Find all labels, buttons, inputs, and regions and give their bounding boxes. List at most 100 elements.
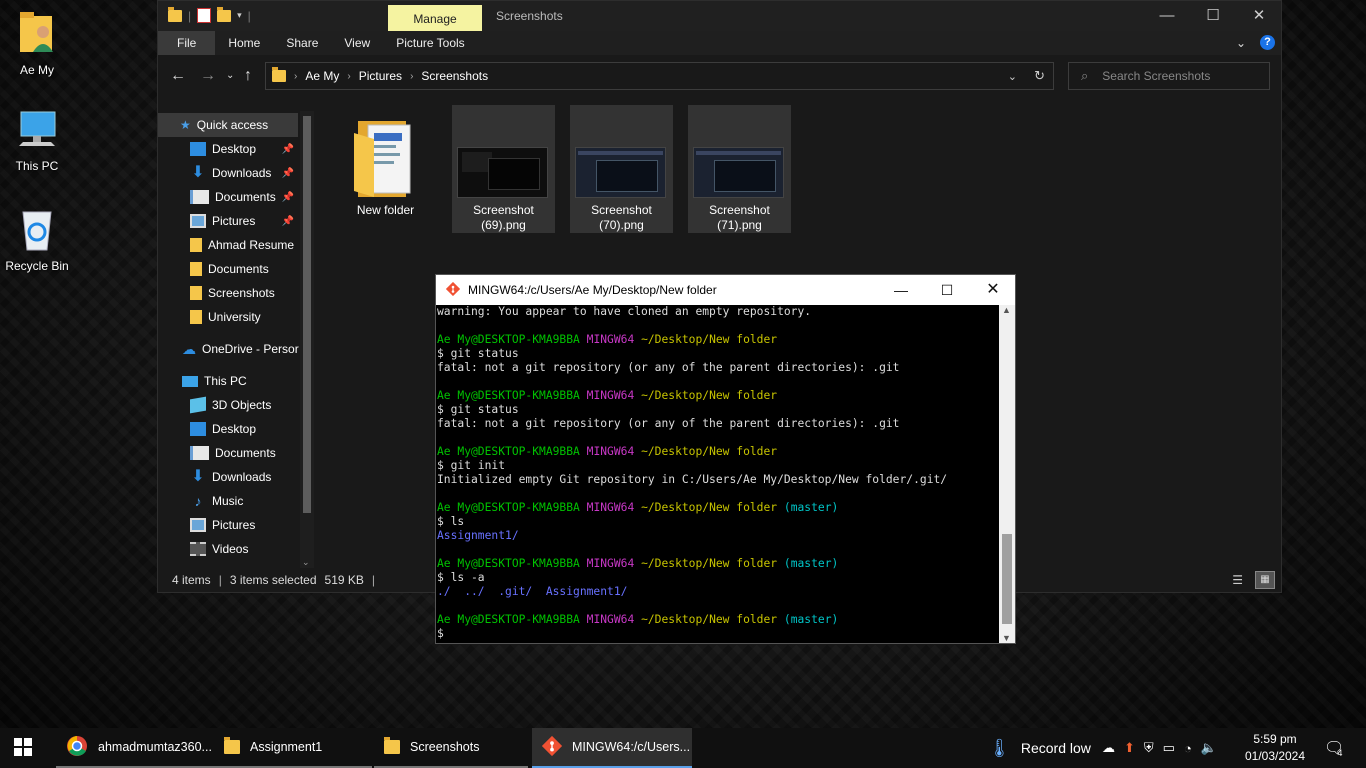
nav-item-documents[interactable]: Documents 📌 bbox=[158, 185, 298, 209]
nav-item-desktop[interactable]: Desktop 📌 bbox=[158, 137, 298, 161]
image-thumbnail bbox=[693, 147, 784, 198]
pin-icon: 📌 bbox=[281, 191, 294, 203]
file-tile-screenshot-69[interactable]: Screenshot (69).png bbox=[452, 105, 555, 233]
open-folder-icon bbox=[352, 113, 418, 202]
breadcrumb-screenshots[interactable]: Screenshots bbox=[421, 69, 488, 83]
maximize-button[interactable]: ☐ bbox=[924, 275, 970, 305]
tab-file[interactable]: File bbox=[158, 31, 216, 55]
scrollbar-thumb[interactable] bbox=[303, 116, 311, 513]
up-arrow-icon[interactable]: ↑ bbox=[244, 67, 252, 85]
search-input[interactable]: ⌕ Search Screenshots bbox=[1068, 62, 1270, 90]
nav-onedrive[interactable]: ☁ OneDrive - Persor bbox=[158, 337, 299, 361]
maximize-button[interactable]: ☐ bbox=[1190, 1, 1236, 31]
folder-icon[interactable] bbox=[168, 6, 182, 22]
scrollbar-thumb[interactable] bbox=[1002, 534, 1012, 624]
action-center-button[interactable]: 🗨 4 bbox=[1324, 728, 1344, 768]
onedrive-icon[interactable]: ☁ bbox=[1102, 740, 1115, 756]
tab-manage[interactable]: Manage bbox=[388, 5, 482, 31]
forward-arrow-icon[interactable]: → bbox=[200, 67, 216, 85]
breadcrumb-ae-my[interactable]: Ae My bbox=[305, 69, 339, 83]
large-icons-view-icon[interactable]: ▦ bbox=[1255, 571, 1275, 589]
expand-ribbon-icon[interactable]: ⌄ bbox=[1236, 36, 1246, 50]
minimize-button[interactable]: — bbox=[878, 275, 924, 305]
properties-icon[interactable] bbox=[197, 8, 212, 23]
terminal-line: ./ ../ .git/ Assignment1/ bbox=[437, 585, 628, 598]
window-title: Screenshots bbox=[496, 9, 563, 23]
customize-toolbar-icon[interactable]: ▾ bbox=[237, 10, 242, 21]
nav-item-university[interactable]: University bbox=[158, 305, 298, 329]
minimize-button[interactable]: — bbox=[1144, 1, 1190, 31]
nav-item-downloads[interactable]: ⬇ Downloads 📌 bbox=[158, 161, 298, 185]
nav-item-pictures-2[interactable]: Pictures bbox=[158, 513, 298, 537]
tab-view[interactable]: View bbox=[331, 31, 383, 55]
details-view-icon[interactable]: ☰ bbox=[1232, 573, 1243, 587]
desktop-icon-this-pc[interactable]: This PC bbox=[0, 108, 74, 173]
nav-item-videos[interactable]: Videos bbox=[158, 537, 298, 561]
desktop-icon-user-folder[interactable]: Ae My bbox=[0, 10, 74, 77]
close-button[interactable]: ✕ bbox=[970, 275, 1016, 305]
terminal-output[interactable]: warning: You appear to have cloned an em… bbox=[437, 305, 999, 643]
tab-picture-tools[interactable]: Picture Tools bbox=[383, 31, 477, 55]
nav-item-downloads-2[interactable]: ⬇ Downloads bbox=[158, 465, 298, 489]
nav-item-music[interactable]: ♪ Music bbox=[158, 489, 298, 513]
nav-item-documents-3[interactable]: Documents bbox=[158, 441, 298, 465]
help-icon[interactable]: ? bbox=[1260, 35, 1275, 50]
terminal-scrollbar[interactable]: ▲ ▼ bbox=[999, 305, 1015, 643]
file-tile-screenshot-70[interactable]: Screenshot (70).png bbox=[570, 105, 673, 233]
address-bar[interactable]: › Ae My › Pictures › Screenshots ⌄ ↻ bbox=[265, 62, 1054, 90]
nav-item-pictures[interactable]: Pictures 📌 bbox=[158, 209, 298, 233]
nav-item-3d-objects[interactable]: 3D Objects bbox=[158, 393, 298, 417]
upload-icon[interactable]: ⬆ bbox=[1124, 740, 1135, 756]
clock[interactable]: 5:59 pm 01/03/2024 bbox=[1240, 731, 1310, 765]
desktop-icon-recycle-bin[interactable]: Recycle Bin bbox=[0, 206, 74, 273]
start-button[interactable] bbox=[0, 728, 48, 768]
taskbar-item-screenshots[interactable]: Screenshots bbox=[374, 728, 528, 768]
terminal-line: $ ls -a bbox=[437, 571, 485, 584]
nav-quick-access[interactable]: ★ Quick access bbox=[158, 113, 298, 137]
back-arrow-icon[interactable]: ← bbox=[170, 67, 186, 85]
item-count: 4 items bbox=[172, 573, 211, 587]
nav-item-screenshots[interactable]: Screenshots bbox=[158, 281, 298, 305]
volume-icon[interactable]: 🔈 bbox=[1201, 740, 1217, 756]
thermometer-icon: 🌡 bbox=[988, 737, 1011, 758]
taskbar-item-mingw64[interactable]: MINGW64:/c/Users... bbox=[532, 728, 692, 768]
selection-size: 519 KB bbox=[324, 573, 364, 587]
shield-icon[interactable]: ⛨ bbox=[1144, 740, 1154, 756]
user-folder-icon bbox=[0, 10, 74, 59]
folder-icon bbox=[190, 238, 202, 252]
nav-pane-scrollbar[interactable]: ⌄ bbox=[300, 111, 314, 568]
new-folder-icon[interactable] bbox=[217, 6, 232, 22]
close-button[interactable]: ✕ bbox=[1236, 1, 1282, 31]
nav-this-pc[interactable]: This PC bbox=[158, 369, 298, 393]
terminal-line: $ git init bbox=[437, 459, 506, 472]
explorer-titlebar: | ▾ | Manage Screenshots — ☐ ✕ bbox=[158, 1, 1281, 31]
address-row: ← → ⌄ ↑ › Ae My › Pictures › Screenshots… bbox=[158, 55, 1281, 97]
git-bash-terminal-window[interactable]: MINGW64:/c/Users/Ae My/Desktop/New folde… bbox=[435, 274, 1016, 644]
address-history-icon[interactable]: ⌄ bbox=[1008, 70, 1017, 83]
nav-item-desktop-2[interactable]: Desktop bbox=[158, 417, 298, 441]
scroll-down-icon[interactable]: ⌄ bbox=[302, 557, 310, 568]
scroll-down-icon[interactable]: ▼ bbox=[1002, 633, 1011, 643]
git-icon bbox=[541, 735, 563, 759]
weather-widget[interactable]: 🌡 Record low bbox=[988, 728, 1091, 768]
file-tile-screenshot-71[interactable]: Screenshot (71).png bbox=[688, 105, 791, 233]
tab-share[interactable]: Share bbox=[273, 31, 331, 55]
file-tile-new-folder[interactable]: New folder bbox=[334, 105, 437, 233]
refresh-icon[interactable]: ↻ bbox=[1034, 68, 1045, 84]
search-icon: ⌕ bbox=[1081, 68, 1089, 83]
scroll-up-icon[interactable]: ▲ bbox=[1002, 305, 1011, 315]
wifi-icon[interactable]: ◔ bbox=[1184, 741, 1192, 756]
nav-item-ahmad-resume[interactable]: Ahmad Resume bbox=[158, 233, 298, 257]
ribbon-tabs: File Home Share View Picture Tools ⌄ ? bbox=[158, 31, 1281, 55]
pin-icon: 📌 bbox=[281, 143, 294, 155]
terminal-title: MINGW64:/c/Users/Ae My/Desktop/New folde… bbox=[468, 283, 717, 297]
terminal-line: Ae My@DESKTOP-KMA9BBA MINGW64 ~/Desktop/… bbox=[437, 501, 839, 514]
tab-home[interactable]: Home bbox=[215, 31, 273, 55]
battery-icon[interactable]: ▭ bbox=[1163, 740, 1175, 756]
nav-item-documents-2[interactable]: Documents bbox=[158, 257, 298, 281]
taskbar-item-assignment1[interactable]: Assignment1 bbox=[214, 728, 372, 768]
recent-locations-icon[interactable]: ⌄ bbox=[226, 70, 234, 81]
taskbar-item-chrome[interactable]: ahmadmumtaz360... bbox=[56, 728, 214, 768]
breadcrumb-pictures[interactable]: Pictures bbox=[359, 69, 402, 83]
